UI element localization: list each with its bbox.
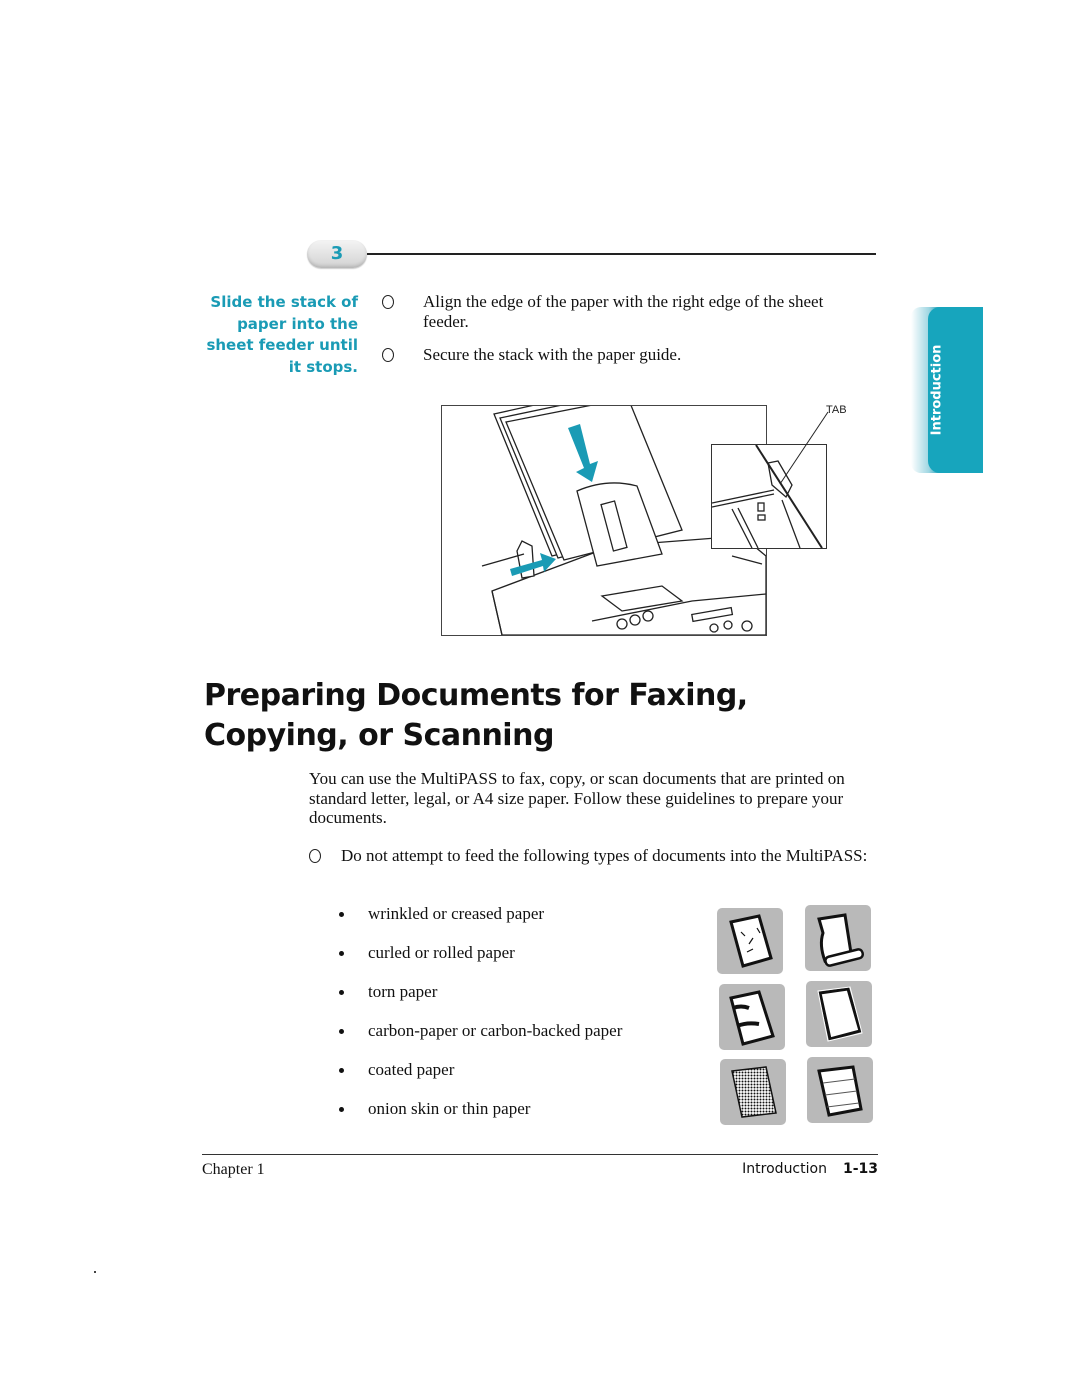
step-divider — [367, 253, 876, 255]
step-number-badge: 3 — [307, 240, 367, 268]
warning-list: Do not attempt to feed the following typ… — [309, 846, 869, 866]
step-instructions: Align the edge of the paper with the rig… — [382, 292, 862, 378]
bad-document-icons — [716, 904, 876, 1126]
tab-callout-line — [779, 411, 829, 485]
tab-callout-label: TAB — [826, 404, 847, 416]
instruction-item: Align the edge of the paper with the rig… — [382, 292, 862, 332]
list-item: torn paper — [337, 982, 622, 1021]
hollow-bullet-icon — [382, 348, 394, 362]
section-intro: You can use the MultiPASS to fax, copy, … — [309, 769, 845, 827]
list-item: carbon-paper or carbon-backed paper — [337, 1021, 622, 1060]
coated-paper-icon — [720, 1059, 786, 1125]
warning-item: Do not attempt to feed the following typ… — [309, 846, 869, 866]
chapter-thumb-tab[interactable]: Introduction — [911, 307, 983, 473]
list-item: curled or rolled paper — [337, 943, 622, 982]
section-title: Preparing Documents for Faxing, Copying,… — [204, 678, 748, 753]
list-item: onion skin or thin paper — [337, 1099, 622, 1138]
stray-mark — [94, 1271, 96, 1273]
list-item: wrinkled or creased paper — [337, 904, 622, 943]
footer-chapter: Chapter 1 — [202, 1161, 265, 1178]
hollow-bullet-icon — [382, 295, 394, 309]
hollow-bullet-icon — [309, 849, 321, 863]
footer-section: Introduction — [742, 1161, 827, 1177]
instruction-item: Secure the stack with the paper guide. — [382, 345, 862, 365]
footer-divider — [202, 1154, 878, 1155]
torn-paper-icon — [719, 984, 785, 1050]
thin-paper-icon — [807, 1057, 873, 1123]
list-item: coated paper — [337, 1060, 622, 1099]
carbon-paper-icon — [806, 981, 872, 1047]
step-side-note: Slide the stack of paper into the sheet … — [206, 293, 358, 376]
footer-page-info: Introduction 1-13 — [700, 1161, 878, 1177]
curled-paper-icon — [805, 905, 871, 971]
chapter-tab-label: Introduction — [929, 344, 945, 436]
bad-document-list: wrinkled or creased paper curled or roll… — [337, 904, 622, 1138]
wrinkled-paper-icon — [717, 908, 783, 974]
page-number: 1-13 — [842, 1161, 878, 1177]
